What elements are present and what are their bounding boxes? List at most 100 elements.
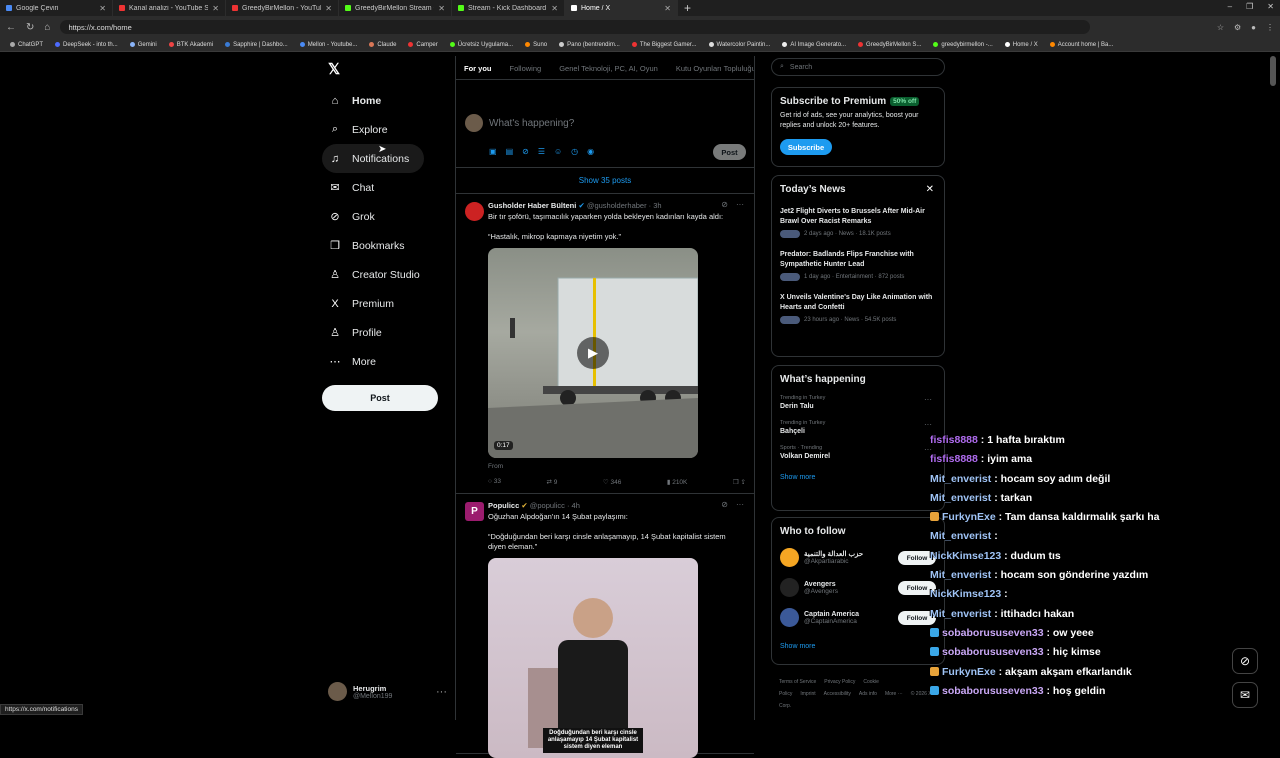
nav-item-profile[interactable]: ♙ Profile <box>322 318 452 347</box>
bookmark-item[interactable]: Claude <box>363 42 402 48</box>
nav-item-grok[interactable]: ⊘ Grok <box>322 202 452 231</box>
bookmark-item[interactable]: GreedyBirMellon S... <box>852 42 927 48</box>
nav-item-bookmarks[interactable]: ❒ Bookmarks <box>322 231 452 260</box>
footer-link[interactable]: Accessibility <box>824 691 851 697</box>
bookmark-item[interactable]: Pano (bentrendim... <box>553 42 626 48</box>
bookmark-item[interactable]: DeepSeek - into th... <box>49 42 124 48</box>
trend-item[interactable]: Sports · Trending Volkan Demirel ··· <box>780 445 936 460</box>
back-icon[interactable]: ← <box>6 22 16 33</box>
trend-item[interactable]: Trending in Turkey Bahçeli ··· <box>780 420 936 435</box>
grok-icon[interactable]: ⊘ <box>721 200 728 209</box>
chat-username[interactable]: fisfis8888 <box>930 453 978 465</box>
tab-close-icon[interactable]: ✕ <box>664 4 671 13</box>
bookmark-icon[interactable]: ❒ ⇪ <box>733 478 746 486</box>
tab-close-icon[interactable]: ✕ <box>99 4 106 13</box>
bookmark-item[interactable]: Mellon - Youtube... <box>294 42 364 48</box>
follow-suggestion[interactable]: Captain America @CaptainAmerica Follow <box>780 608 936 627</box>
bookmark-item[interactable]: AI Image Generato... <box>776 42 852 48</box>
more-options-icon[interactable]: ··· <box>436 686 447 698</box>
browser-tab[interactable]: GreedyBirMellon - YouTube ✕ <box>226 0 339 16</box>
tab-close-icon[interactable]: ✕ <box>325 4 332 13</box>
image-icon[interactable]: ▣ <box>489 147 497 156</box>
maximize-icon[interactable]: ❐ <box>1246 2 1253 11</box>
nav-item-notifications[interactable]: ♫ Notifications <box>322 144 424 173</box>
nav-item-creator-studio[interactable]: ♙ Creator Studio <box>322 260 452 289</box>
tweet-author[interactable]: Gusholder Haber Bülteni <box>488 201 576 210</box>
bookmark-item[interactable]: Home / X <box>999 42 1044 48</box>
close-window-icon[interactable]: ✕ <box>1267 2 1274 11</box>
home-icon[interactable]: ⌂ <box>44 22 50 33</box>
avatar[interactable]: P <box>465 502 484 521</box>
chat-username[interactable]: sobaborususeven33 <box>942 627 1044 639</box>
post-button[interactable]: Post <box>322 385 438 411</box>
bookmark-item[interactable]: Watercolor Paintin... <box>703 42 777 48</box>
show-more-trends-link[interactable]: Show more <box>780 474 936 481</box>
scrollbar[interactable] <box>1270 56 1276 86</box>
bookmark-item[interactable]: greedybirmellon -... <box>927 42 998 48</box>
tweet[interactable]: Gusholder Haber Bülteni ✔ @gusholderhabe… <box>456 194 754 494</box>
tab-following[interactable]: Following <box>510 64 542 79</box>
url-input[interactable]: https://x.com/home <box>60 20 1091 34</box>
bookmark-item[interactable]: BTK Akademi <box>163 42 219 48</box>
chat-username[interactable]: sobaborususeven33 <box>942 685 1044 697</box>
views-button[interactable]: ▮ 210K <box>667 478 688 486</box>
menu-icon[interactable]: ⋮ <box>1266 23 1274 32</box>
more-options-icon[interactable]: ··· <box>924 395 932 404</box>
bookmark-item[interactable]: Gemini <box>124 42 163 48</box>
news-item[interactable]: X Unveils Valentine's Day Like Animation… <box>780 293 936 324</box>
more-options-icon[interactable]: ··· <box>736 200 744 209</box>
nav-item-explore[interactable]: ⌕ Explore <box>322 115 452 144</box>
bookmark-item[interactable]: Ücretsiz Uygulama... <box>444 42 519 48</box>
profile-avatar-icon[interactable]: ● <box>1251 23 1256 32</box>
subscribe-button[interactable]: Subscribe <box>780 139 832 155</box>
chat-username[interactable]: Mit_enverist <box>930 608 991 620</box>
nav-item-more[interactable]: ⋯ More <box>322 347 452 376</box>
news-item[interactable]: Predator: Badlands Flips Franchise with … <box>780 250 936 281</box>
browser-tab[interactable]: Stream - Kick Dashboard ✕ <box>452 0 565 16</box>
extension-icon[interactable]: ⚙ <box>1234 23 1241 32</box>
tab-for-you[interactable]: For you <box>464 64 492 79</box>
search-input[interactable]: ⌕ Search <box>771 58 945 76</box>
tab-genel-teknoloji[interactable]: Genel Teknoloji, PC, AI, Oyun <box>559 64 658 79</box>
tab-kutu-oyunlari[interactable]: Kutu Oyunları Topluluğu <box>676 64 754 79</box>
play-icon[interactable]: ▶ <box>577 337 609 369</box>
avatar[interactable] <box>780 578 799 597</box>
reload-icon[interactable]: ↻ <box>26 22 34 33</box>
tab-close-icon[interactable]: ✕ <box>551 4 558 13</box>
show-more-follow-link[interactable]: Show more <box>780 643 936 650</box>
avatar[interactable] <box>465 202 484 221</box>
footer-link[interactable]: Privacy Policy <box>824 679 855 685</box>
browser-tab[interactable]: GreedyBirMellon Stream - Watch L ✕ <box>339 0 452 16</box>
tweet-author[interactable]: Populicc <box>488 501 519 510</box>
browser-tab[interactable]: Home / X ✕ <box>565 0 678 16</box>
chat-username[interactable]: Mit_enverist <box>930 492 991 504</box>
reply-button[interactable]: ○ 33 <box>488 478 501 486</box>
avatar[interactable] <box>780 548 799 567</box>
footer-link[interactable]: Terms of Service <box>779 679 816 685</box>
trend-item[interactable]: Trending in Turkey Derin Talu ··· <box>780 395 936 410</box>
location-icon[interactable]: ◉ <box>587 147 594 156</box>
more-options-icon[interactable]: ··· <box>736 500 744 509</box>
bookmark-item[interactable]: ChatGPT <box>4 42 49 48</box>
chat-username[interactable]: Mit_enverist <box>930 569 991 581</box>
bookmark-item[interactable]: Camper <box>402 42 443 48</box>
compose-post-button[interactable]: Post <box>713 144 746 160</box>
nav-item-premium[interactable]: X Premium <box>322 289 452 318</box>
tweet-video[interactable]: ▶ 0:17 <box>488 248 698 458</box>
follow-suggestion[interactable]: حزب العدالة والتنمية @Akpartiarabic Follow <box>780 548 936 567</box>
chat-username[interactable]: Mit_enverist <box>930 530 991 542</box>
grok-float-icon[interactable]: ⊘ <box>1232 648 1258 674</box>
news-item[interactable]: Jet2 Flight Diverts to Brussels After Mi… <box>780 207 936 238</box>
grok-icon[interactable]: ⊘ <box>522 147 529 156</box>
browser-tab[interactable]: Google Çeviri ✕ <box>0 0 113 16</box>
bookmark-item[interactable]: Account home | Ba... <box>1044 42 1120 48</box>
messages-float-icon[interactable]: ✉ <box>1232 682 1258 708</box>
bookmark-item[interactable]: The Biggest Gamer... <box>626 42 703 48</box>
nav-item-chat[interactable]: ✉ Chat <box>322 173 452 202</box>
schedule-icon[interactable]: ◷ <box>571 147 578 156</box>
tweet-image[interactable]: Doğduğundan beri karşı cinsle anlaşamayı… <box>488 558 698 758</box>
avatar[interactable] <box>780 608 799 627</box>
tab-close-icon[interactable]: ✕ <box>438 4 445 13</box>
bookmark-item[interactable]: Suno <box>519 42 553 48</box>
bookmark-item[interactable]: Sapphire | Dashbo... <box>219 42 294 48</box>
